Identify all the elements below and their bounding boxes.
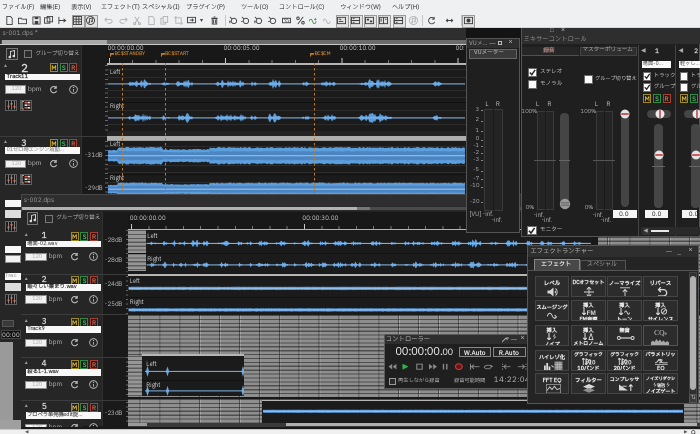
svg-text:dB: dB [658,383,666,387]
svg-text:FM: FM [586,310,595,315]
